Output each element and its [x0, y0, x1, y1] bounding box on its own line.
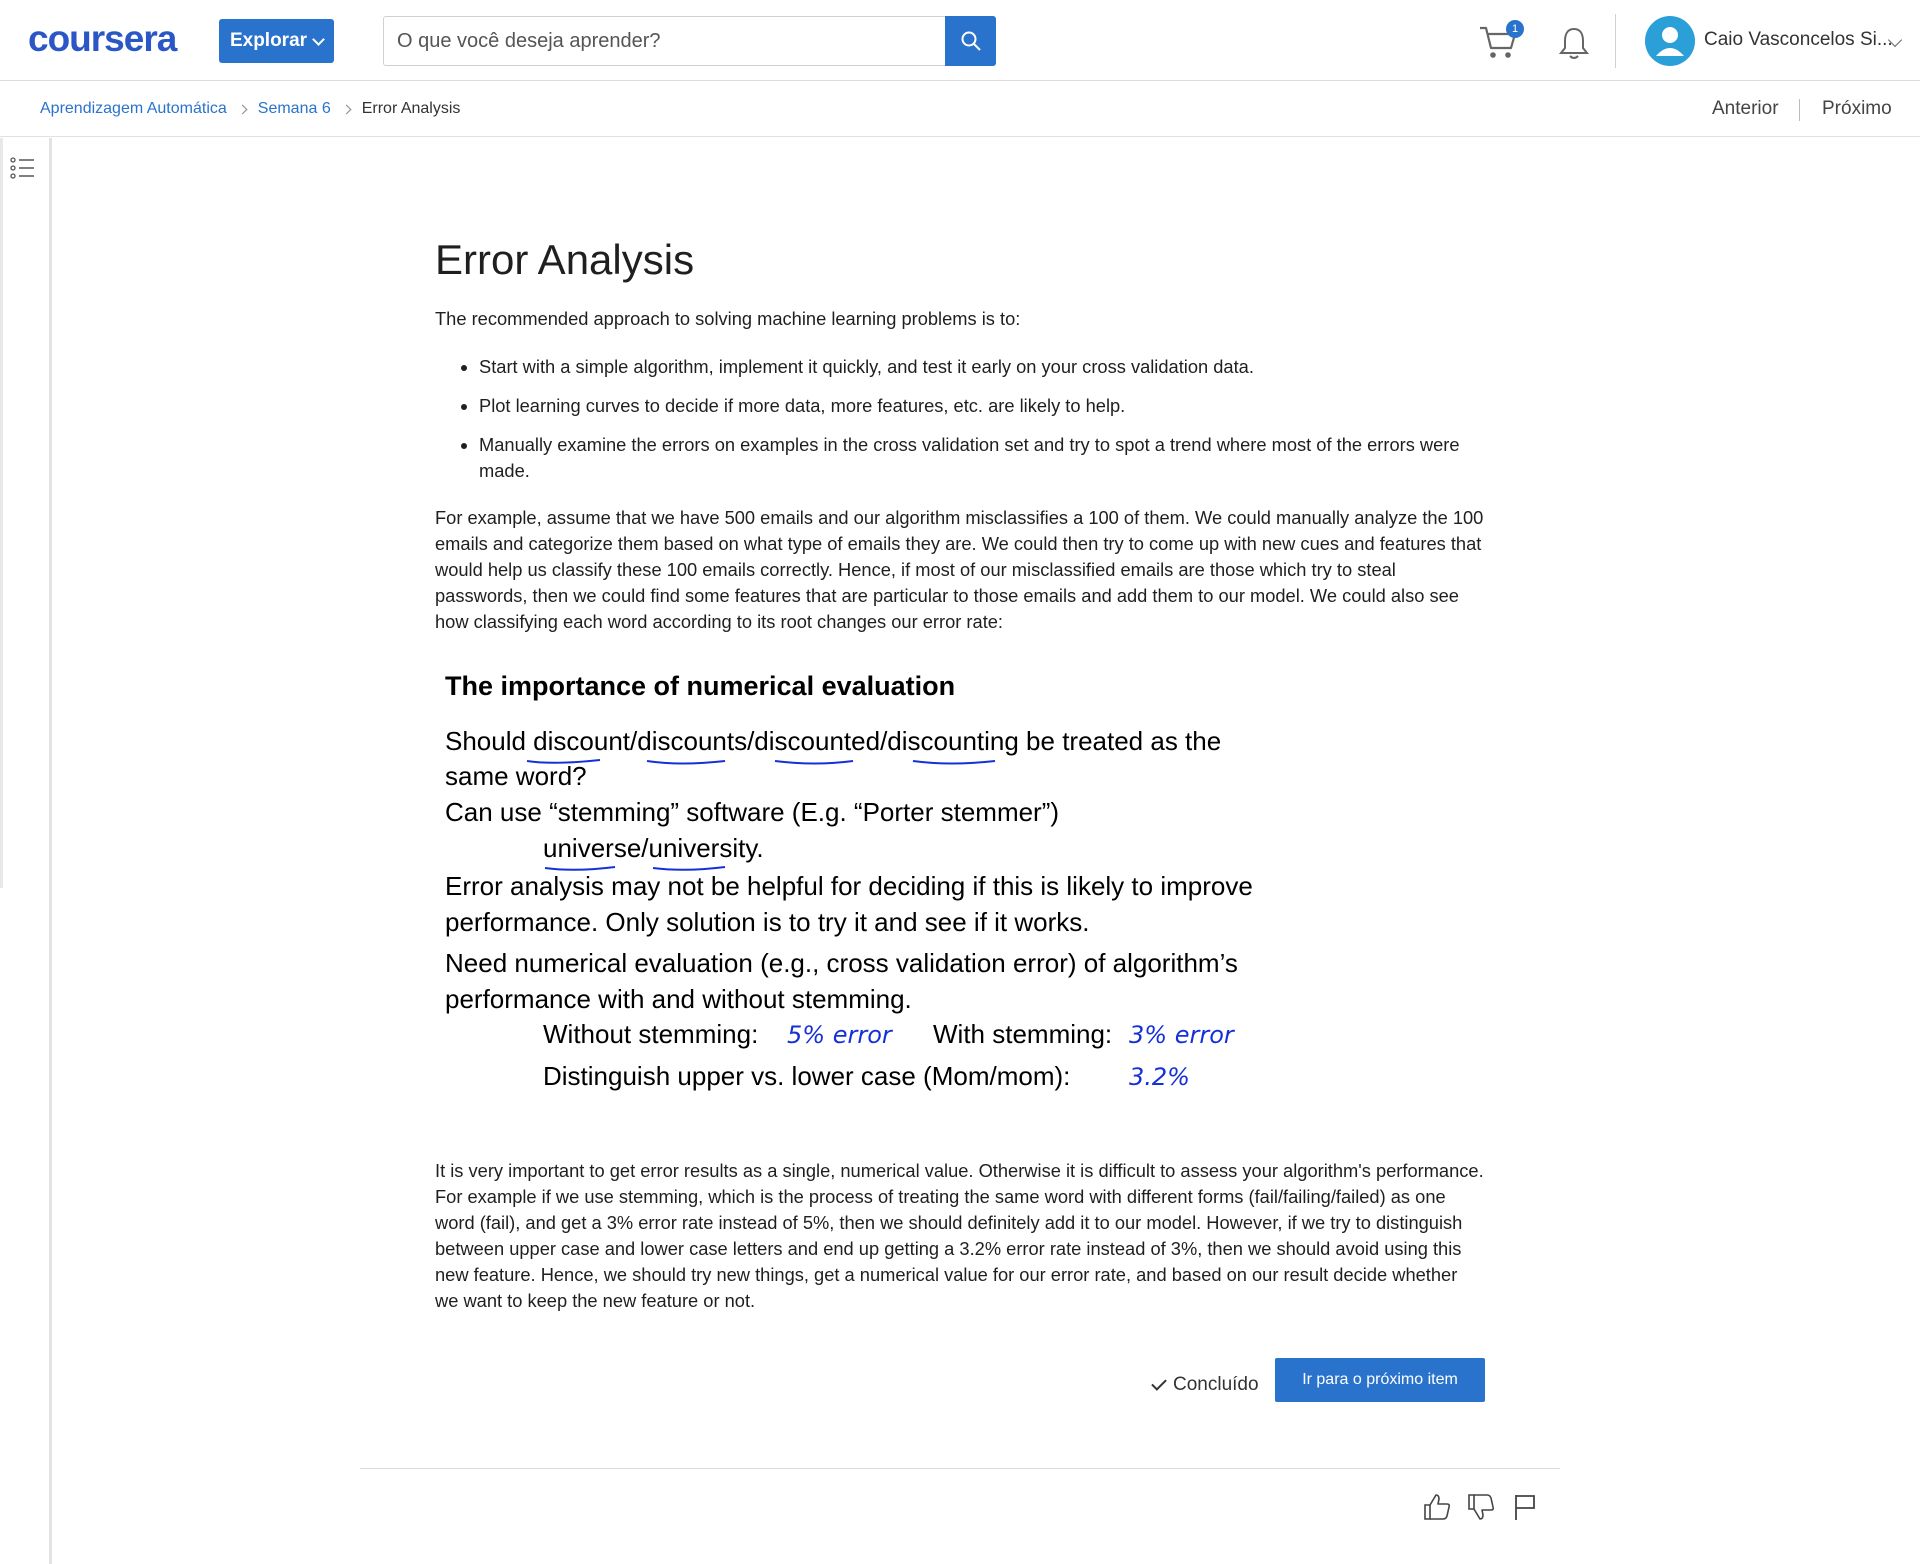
lecture-slide-image: The importance of numerical evaluation S…	[435, 661, 1335, 1136]
list-item: Manually examine the errors on examples …	[479, 432, 1485, 484]
breadcrumb-bar: Aprendizagem Automática Semana 6 Error A…	[0, 81, 1920, 137]
chevron-right-icon	[237, 104, 248, 114]
list-item: Start with a simple algorithm, implement…	[479, 354, 1485, 380]
breadcrumb-week[interactable]: Semana 6	[258, 100, 331, 118]
avatar-icon	[1656, 27, 1684, 56]
reading-content: Error Analysis The recommended approach …	[435, 230, 1485, 1418]
content-divider	[360, 1468, 1560, 1469]
chevron-down-icon	[312, 32, 325, 46]
completion-actions: Concluído Ir para o próximo item	[435, 1358, 1485, 1418]
list-item: Plot learning curves to decide if more d…	[479, 393, 1485, 419]
handwritten-underlines	[526, 759, 996, 871]
breadcrumb-course[interactable]: Aprendizagem Automática	[40, 100, 227, 118]
previous-link[interactable]: Anterior	[1712, 98, 1779, 120]
coursera-logo[interactable]: coursera	[28, 18, 177, 60]
completed-label: Concluído	[1173, 1374, 1259, 1395]
next-link[interactable]: Próximo	[1822, 98, 1892, 120]
intro-paragraph: The recommended approach to solving mach…	[435, 308, 1021, 329]
next-item-button[interactable]: Ir para o próximo item	[1275, 1358, 1485, 1402]
completed-status: Concluído	[1151, 1374, 1259, 1396]
left-rail	[0, 138, 52, 1564]
nav-divider	[1799, 99, 1800, 121]
search-button[interactable]	[945, 16, 996, 66]
explore-button[interactable]: Explorar	[219, 19, 334, 63]
avatar[interactable]	[1645, 16, 1695, 66]
conclusion-paragraph: It is very important to get error result…	[435, 1160, 1484, 1311]
bell-icon[interactable]	[1557, 25, 1591, 61]
explore-label: Explorar	[229, 30, 308, 51]
search-icon	[961, 31, 981, 51]
chevron-right-icon	[341, 104, 352, 114]
list-toggle-icon[interactable]	[10, 156, 36, 180]
user-name[interactable]: Caio Vasconcelos Si...	[1704, 29, 1893, 51]
breadcrumb-current: Error Analysis	[361, 100, 461, 117]
breadcrumb: Aprendizagem Automática Semana 6 Error A…	[40, 100, 460, 118]
search-bar	[383, 16, 996, 66]
approach-list: Start with a simple algorithm, implement…	[435, 354, 1485, 484]
thumbs-up-icon[interactable]	[1422, 1492, 1452, 1522]
page-title: Error Analysis	[435, 236, 695, 283]
check-icon	[1151, 1374, 1167, 1391]
header-divider	[1615, 14, 1616, 68]
flag-icon[interactable]	[1510, 1492, 1540, 1522]
thumbs-down-icon[interactable]	[1466, 1492, 1496, 1522]
rail-strip	[0, 138, 3, 888]
top-header: coursera Explorar 1 Caio Vasconcelos Si.…	[0, 0, 1920, 81]
cart-count-badge: 1	[1506, 20, 1524, 38]
search-input[interactable]	[384, 17, 945, 65]
example-paragraph: For example, assume that we have 500 ema…	[435, 507, 1484, 632]
